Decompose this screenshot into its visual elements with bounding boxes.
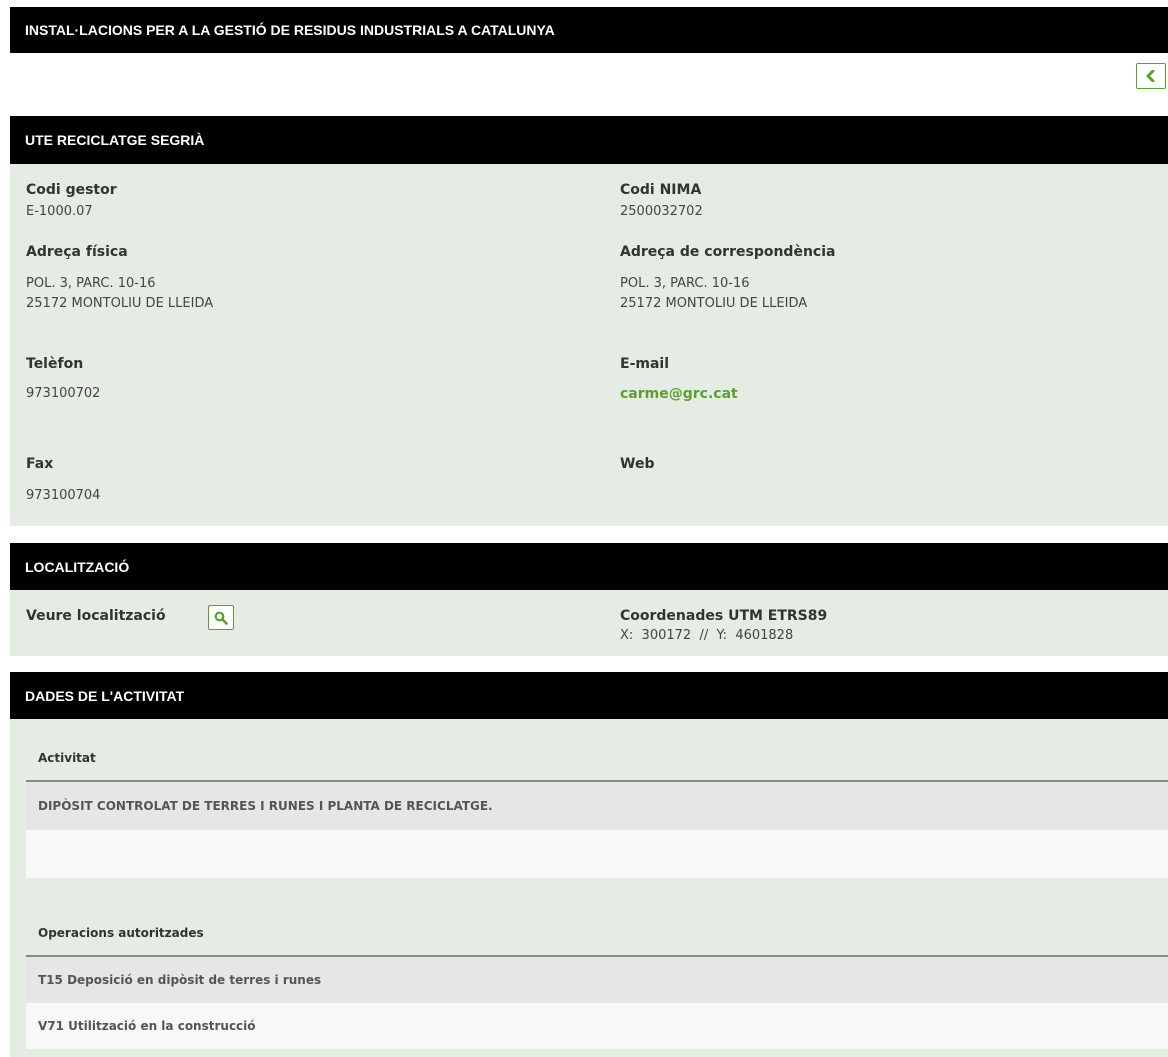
gestor-name: UTE RECICLATGE SEGRIÀ: [25, 132, 205, 148]
operacions-table-header: Operacions autoritzades: [38, 926, 204, 940]
veure-localitzacio-button[interactable]: [208, 605, 234, 630]
activitat-title: DADES DE L'ACTIVITAT: [25, 687, 185, 704]
codi-nima-value: 2500032702: [620, 204, 703, 219]
codi-gestor-label: Codi gestor: [26, 182, 117, 198]
operacio-row-text: V71 Utilització en la construcció: [38, 1019, 256, 1033]
chevron-left-icon: [1146, 70, 1155, 82]
web-label: Web: [620, 456, 655, 472]
page-title: INSTAL·LACIONS PER A LA GESTIÓ DE RESIDU…: [25, 22, 555, 38]
codi-nima-label: Codi NIMA: [620, 182, 702, 198]
fax-label: Fax: [26, 456, 54, 472]
email-link[interactable]: carme@grc.cat: [620, 384, 738, 404]
adreca-correspondencia-value: POL. 3, PARC. 10-16 25172 MONTOLIU DE LL…: [620, 276, 808, 311]
localitzacio-header: LOCALITZACIÓ: [10, 543, 1168, 590]
back-button[interactable]: [1136, 63, 1166, 89]
table-row: [26, 830, 1168, 878]
veure-localitzacio-label: Veure localització: [26, 608, 166, 624]
codi-gestor-value: E-1000.07: [26, 204, 93, 219]
activitat-row-text: DIPÒSIT CONTROLAT DE TERRES I RUNES I PL…: [38, 799, 493, 813]
localitzacio-title: LOCALITZACIÓ: [25, 558, 130, 575]
adreca-fisica-value: POL. 3, PARC. 10-16 25172 MONTOLIU DE LL…: [26, 276, 214, 311]
activitat-table-header: Activitat: [38, 751, 96, 765]
gestor-header: UTE RECICLATGE SEGRIÀ: [10, 116, 1168, 164]
operacio-row-text: T15 Deposició en dipòsit de terres i run…: [38, 973, 322, 987]
table-row: DIPÒSIT CONTROLAT DE TERRES I RUNES I PL…: [26, 782, 1168, 830]
table-row: T15 Deposició en dipòsit de terres i run…: [26, 957, 1168, 1003]
search-icon: [214, 611, 228, 625]
page-title-bar: INSTAL·LACIONS PER A LA GESTIÓ DE RESIDU…: [10, 7, 1168, 53]
email-label: E-mail: [620, 356, 670, 372]
coordenades-label: Coordenades UTM ETRS89: [620, 608, 828, 624]
table-row: V71 Utilització en la construcció: [26, 1003, 1168, 1049]
telefon-label: Telèfon: [26, 356, 84, 372]
fax-value: 973100704: [26, 488, 101, 503]
gestor-panel: Codi gestor E-1000.07 Codi NIMA 25000327…: [10, 164, 1168, 526]
telefon-value: 973100702: [26, 386, 101, 401]
adreca-correspondencia-label: Adreça de correspondència: [620, 244, 836, 260]
adreca-fisica-label: Adreça física: [26, 244, 128, 260]
localitzacio-panel: Veure localització Coordenades UTM ETRS8…: [10, 590, 1168, 656]
activitat-panel: Activitat DIPÒSIT CONTROLAT DE TERRES I …: [10, 719, 1168, 1057]
activitat-header: DADES DE L'ACTIVITAT: [10, 672, 1168, 719]
coordenades-value: X: 300172 // Y: 4601828: [620, 628, 794, 643]
